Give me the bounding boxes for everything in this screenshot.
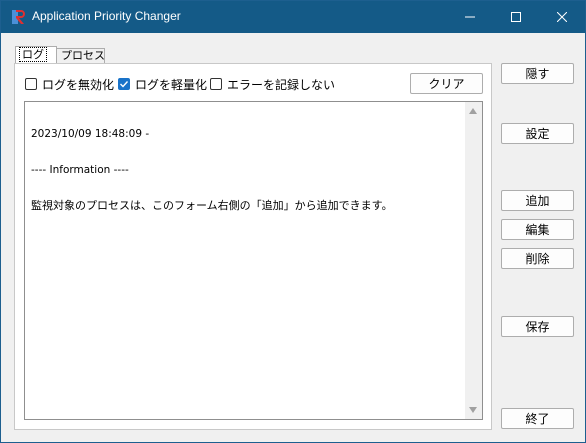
title-bar[interactable]: Application Priority Changer	[1, 1, 585, 33]
scroll-down-arrow-icon[interactable]	[469, 407, 477, 413]
tab-process[interactable]: プロセス	[57, 48, 105, 63]
window-title: Application Priority Changer	[32, 9, 181, 23]
no-error-log-label: エラーを記録しない	[227, 77, 336, 92]
add-button[interactable]: 追加	[501, 190, 574, 211]
tab-log-label: ログ	[19, 47, 47, 62]
maximize-icon	[511, 12, 521, 22]
lightweight-log-checkbox[interactable]: ログを軽量化	[118, 76, 207, 92]
minimize-icon	[465, 16, 475, 18]
log-content: 2023/10/09 18:48:09 - ---- Information -…	[31, 104, 461, 236]
log-line-message: 監視対象のプロセスは、このフォーム右側の「追加」から追加できます。	[31, 199, 393, 212]
close-button[interactable]	[539, 1, 585, 33]
save-button[interactable]: 保存	[501, 316, 574, 337]
delete-button[interactable]: 削除	[501, 248, 574, 269]
minimize-button[interactable]	[447, 1, 493, 33]
app-window: Application Priority Changer ログ プロセス ログを…	[0, 0, 586, 443]
hide-button[interactable]: 隠す	[501, 63, 574, 84]
disable-log-label: ログを無効化	[42, 77, 115, 92]
scroll-up-arrow-icon[interactable]	[469, 108, 477, 114]
checkbox-unchecked-icon	[210, 78, 222, 90]
tab-log[interactable]: ログ	[15, 46, 57, 63]
disable-log-checkbox[interactable]: ログを無効化	[25, 76, 114, 92]
log-line-timestamp: 2023/10/09 18:48:09 -	[31, 128, 150, 140]
clear-button[interactable]: クリア	[410, 73, 483, 94]
no-error-log-checkbox[interactable]: エラーを記録しない	[210, 76, 335, 92]
checkbox-checked-icon	[118, 78, 130, 90]
edit-button[interactable]: 編集	[501, 219, 574, 240]
settings-button[interactable]: 設定	[501, 123, 574, 144]
log-scrollbar[interactable]	[465, 102, 482, 419]
log-textarea[interactable]: 2023/10/09 18:48:09 - ---- Information -…	[24, 101, 483, 420]
exit-button[interactable]: 終了	[501, 408, 574, 429]
maximize-button[interactable]	[493, 1, 539, 33]
close-icon	[557, 12, 567, 22]
log-line-header: ---- Information ----	[31, 164, 129, 176]
checkbox-unchecked-icon	[25, 78, 37, 90]
app-logo-icon	[12, 10, 25, 24]
lightweight-log-label: ログを軽量化	[135, 77, 208, 92]
